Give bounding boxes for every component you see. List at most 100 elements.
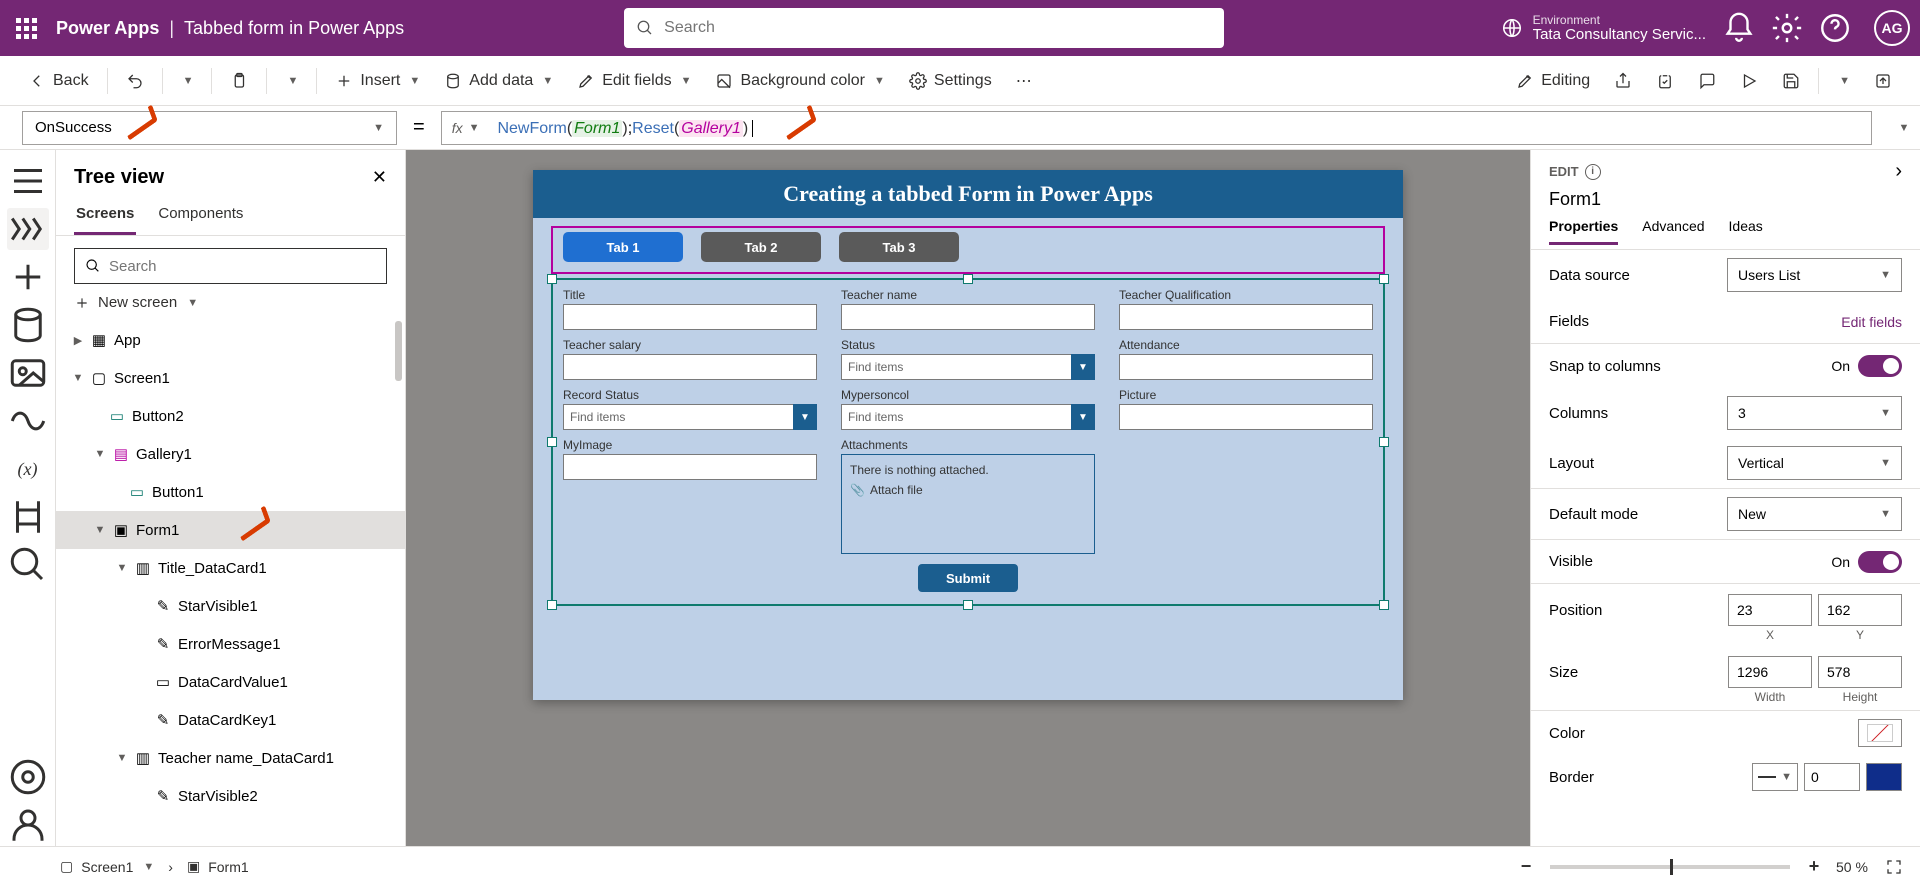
undo-button[interactable] xyxy=(116,63,154,99)
border-width-input[interactable]: 0 xyxy=(1804,763,1860,791)
rail-settings-icon[interactable] xyxy=(7,756,49,798)
undo-dropdown[interactable]: ▼ xyxy=(171,63,204,99)
publish-button[interactable] xyxy=(1864,63,1902,99)
tree-search[interactable] xyxy=(74,248,387,284)
rail-virtual-agent-icon[interactable] xyxy=(7,804,49,846)
tree-node-errormessage1[interactable]: ✎ErrorMessage1 xyxy=(56,625,405,663)
form-selection-outline[interactable]: Title Teacher name Teacher Qualification… xyxy=(551,278,1385,606)
edit-fields-button[interactable]: Edit fields▼ xyxy=(567,63,701,99)
resize-handle[interactable] xyxy=(1379,600,1389,610)
tab-ideas[interactable]: Ideas xyxy=(1729,218,1763,245)
info-icon[interactable]: i xyxy=(1585,164,1601,180)
back-button[interactable]: Back xyxy=(18,63,99,99)
status-combobox[interactable]: Find items▼ xyxy=(841,354,1095,380)
tab-components[interactable]: Components xyxy=(156,197,245,235)
resize-handle[interactable] xyxy=(547,274,557,284)
border-style-dropdown[interactable]: ▼ xyxy=(1752,763,1798,791)
app-launcher-icon[interactable] xyxy=(6,8,46,48)
notifications-icon[interactable] xyxy=(1722,11,1756,45)
chevron-down-icon[interactable]: ▼ xyxy=(793,404,817,430)
play-button[interactable] xyxy=(1730,63,1768,99)
default-mode-dropdown[interactable]: New▼ xyxy=(1727,497,1902,531)
canvas-area[interactable]: Creating a tabbed Form in Power Apps Tab… xyxy=(406,150,1530,846)
insert-button[interactable]: Insert▼ xyxy=(325,63,430,99)
chevron-down-icon[interactable]: ▼ xyxy=(1071,354,1095,380)
tree-node-button2[interactable]: ▭Button2 xyxy=(56,397,405,435)
tree-node-starvisible1[interactable]: ✎StarVisible1 xyxy=(56,587,405,625)
settings-button[interactable]: Settings xyxy=(899,63,1002,99)
position-x-input[interactable]: 23 xyxy=(1728,594,1812,626)
tree-node-button1[interactable]: ▭Button1 xyxy=(56,473,405,511)
rail-insert-icon[interactable] xyxy=(7,256,49,298)
avatar[interactable]: AG xyxy=(1874,10,1910,46)
resize-handle[interactable] xyxy=(963,274,973,284)
tree-scrollbar[interactable] xyxy=(395,321,402,381)
rail-data-icon[interactable] xyxy=(7,304,49,346)
property-selector[interactable]: OnSuccess ▼ xyxy=(22,111,397,145)
resize-handle[interactable] xyxy=(963,600,973,610)
close-tree-view-button[interactable]: ✕ xyxy=(372,167,387,188)
tree-search-input[interactable] xyxy=(109,258,376,275)
picture-input[interactable] xyxy=(1119,404,1373,430)
position-y-input[interactable]: 162 xyxy=(1818,594,1902,626)
rail-flows-icon[interactable] xyxy=(7,400,49,442)
paste-dropdown[interactable]: ▼ xyxy=(275,63,308,99)
tab-button-3[interactable]: Tab 3 xyxy=(839,232,959,262)
attendance-input[interactable] xyxy=(1119,354,1373,380)
more-button[interactable]: ⋯ xyxy=(1006,63,1042,99)
new-screen-button[interactable]: New screen ▼ xyxy=(74,294,387,311)
environment-switcher[interactable]: Environment Tata Consultancy Servic... xyxy=(1501,14,1706,43)
tree-node-form1[interactable]: ▼▣Form1 xyxy=(56,511,405,549)
rail-tree-view-icon[interactable] xyxy=(7,208,49,250)
tree-node-title-card[interactable]: ▼▥Title_DataCard1 xyxy=(56,549,405,587)
snap-toggle[interactable] xyxy=(1858,355,1902,377)
tree-node-screen1[interactable]: ▼▢Screen1 xyxy=(56,359,405,397)
editing-mode-button[interactable]: Editing xyxy=(1506,63,1600,99)
myimage-input[interactable] xyxy=(563,454,817,480)
columns-dropdown[interactable]: 3▼ xyxy=(1727,396,1902,430)
tree-node-datacardvalue1[interactable]: ▭DataCardValue1 xyxy=(56,663,405,701)
record-status-combobox[interactable]: Find items▼ xyxy=(563,404,817,430)
rail-search-icon[interactable] xyxy=(7,544,49,586)
border-color-swatch[interactable] xyxy=(1866,763,1902,791)
edit-fields-link[interactable]: Edit fields xyxy=(1841,314,1902,330)
formula-input[interactable]: fx▼ NewForm(Form1);Reset(Gallery1) xyxy=(441,111,1872,145)
teacher-name-input[interactable] xyxy=(841,304,1095,330)
layout-dropdown[interactable]: Vertical▼ xyxy=(1727,446,1902,480)
search-input[interactable] xyxy=(664,19,1212,37)
comments-button[interactable] xyxy=(1688,63,1726,99)
tree-node-teachername-card[interactable]: ▼▥Teacher name_DataCard1 xyxy=(56,739,405,777)
resize-handle[interactable] xyxy=(547,600,557,610)
global-search[interactable] xyxy=(624,8,1224,48)
rail-hamburger-icon[interactable] xyxy=(7,160,49,202)
breadcrumb-screen[interactable]: ▢Screen1▼ xyxy=(60,858,154,875)
save-dropdown[interactable]: ▼ xyxy=(1827,63,1860,99)
paste-button[interactable] xyxy=(220,63,258,99)
tree-node-app[interactable]: ▶▦App xyxy=(56,321,405,359)
size-height-input[interactable]: 578 xyxy=(1818,656,1902,688)
rail-variables-icon[interactable]: (x) xyxy=(7,448,49,490)
attachments-box[interactable]: There is nothing attached. 📎Attach file xyxy=(841,454,1095,554)
resize-handle[interactable] xyxy=(547,437,557,447)
chevron-down-icon[interactable]: ▼ xyxy=(1071,404,1095,430)
tab-properties[interactable]: Properties xyxy=(1549,218,1618,245)
resize-handle[interactable] xyxy=(1379,437,1389,447)
share-button[interactable] xyxy=(1604,63,1642,99)
resize-handle[interactable] xyxy=(1379,274,1389,284)
visible-toggle[interactable] xyxy=(1858,551,1902,573)
mypersoncol-combobox[interactable]: Find items▼ xyxy=(841,404,1095,430)
save-button[interactable] xyxy=(1772,63,1810,99)
tree-node-datacardkey1[interactable]: ✎DataCardKey1 xyxy=(56,701,405,739)
rail-media-icon[interactable] xyxy=(7,352,49,394)
add-data-button[interactable]: Add data▼ xyxy=(434,63,563,99)
tab-button-2[interactable]: Tab 2 xyxy=(701,232,821,262)
tab-advanced[interactable]: Advanced xyxy=(1642,218,1704,245)
data-source-dropdown[interactable]: Users List▼ xyxy=(1727,258,1902,292)
zoom-out-button[interactable]: − xyxy=(1514,855,1538,879)
color-picker[interactable] xyxy=(1858,719,1902,747)
submit-button[interactable]: Submit xyxy=(918,564,1018,592)
help-icon[interactable] xyxy=(1818,11,1852,45)
expand-panel-icon[interactable]: › xyxy=(1895,160,1902,183)
app-checker-button[interactable] xyxy=(1646,63,1684,99)
fit-to-window-button[interactable] xyxy=(1882,855,1906,879)
